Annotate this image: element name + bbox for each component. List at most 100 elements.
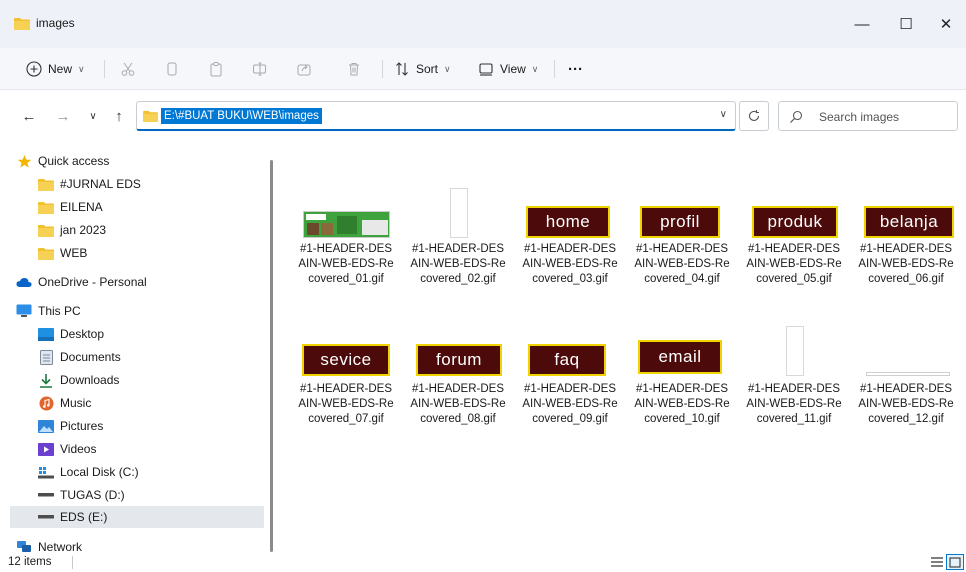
file-name: #1-HEADER-DES AIN-WEB-EDS-Re covered_06.gi… — [858, 243, 954, 285]
copy-icon[interactable] — [160, 57, 184, 81]
search-placeholder: Search images — [819, 110, 900, 124]
recent-locations-button[interactable]: ∨ — [82, 105, 104, 127]
file-thumbnail: sevice — [292, 316, 400, 380]
file-name: #1-HEADER-DES AIN-WEB-EDS-Re covered_02.gi… — [410, 243, 506, 285]
sidebar-item-pictures[interactable]: Pictures — [38, 415, 302, 437]
star-icon — [16, 153, 32, 169]
sidebar-item-music[interactable]: Music — [38, 392, 302, 414]
file-name: #1-HEADER-DES AIN-WEB-EDS-Re covered_12.gi… — [858, 383, 954, 425]
maximize-icon: ☐ — [899, 16, 913, 33]
file-thumbnail: home — [516, 176, 624, 240]
download-icon — [38, 372, 54, 388]
sidebar-item-desktop[interactable]: Desktop — [38, 323, 302, 345]
delete-icon[interactable] — [342, 57, 366, 81]
sidebar-item-jan-2023[interactable]: jan 2023 — [38, 219, 302, 241]
more-options-button[interactable]: ··· — [568, 56, 583, 82]
file-name: #1-HEADER-DES AIN-WEB-EDS-Re covered_07.gi… — [298, 383, 394, 425]
maximize-button[interactable]: ☐ — [886, 10, 926, 38]
sidebar-label: EILENA — [60, 200, 103, 214]
paste-icon[interactable] — [204, 57, 228, 81]
new-label: New — [48, 62, 73, 76]
sidebar-label: Downloads — [60, 373, 120, 387]
share-icon[interactable] — [292, 57, 316, 81]
refresh-button[interactable] — [739, 101, 769, 131]
separator — [554, 60, 555, 78]
thumbnail-view-button[interactable] — [946, 554, 964, 570]
back-arrow-icon: ← — [21, 107, 37, 125]
sidebar-item-eds-e[interactable]: EDS (E:) — [10, 506, 264, 528]
up-button[interactable]: ↑ — [108, 105, 130, 127]
window-title: images — [36, 16, 75, 30]
refresh-icon — [748, 110, 760, 121]
cut-icon[interactable] — [116, 57, 140, 81]
sidebar-label: jan 2023 — [60, 223, 107, 237]
forward-button[interactable]: → — [52, 105, 74, 127]
separator — [104, 60, 105, 78]
plus-circle-icon — [26, 61, 42, 77]
back-button[interactable]: ← — [18, 105, 40, 127]
sidebar-item-this-pc[interactable]: This PC — [16, 300, 280, 322]
file-thumbnail: produk — [740, 176, 848, 240]
file-thumbnail: belanja — [852, 176, 960, 240]
drive-icon — [38, 509, 54, 525]
sidebar-item-onedrive[interactable]: OneDrive - Personal — [16, 271, 280, 293]
folder-icon — [143, 110, 158, 125]
file-thumbnail — [852, 316, 960, 380]
file-name: #1-HEADER-DES AIN-WEB-EDS-Re covered_04.gi… — [634, 243, 730, 285]
sidebar-item-downloads[interactable]: Downloads — [38, 369, 302, 391]
sort-icon — [396, 62, 408, 76]
drive-icon — [38, 487, 54, 503]
search-box[interactable]: Search images — [778, 101, 958, 131]
folder-icon — [38, 199, 54, 215]
file-thumbnail: forum — [404, 316, 512, 380]
file-name: #1-HEADER-DES AIN-WEB-EDS-Re covered_08.gi… — [410, 383, 506, 425]
sidebar-item-eilena[interactable]: EILENA — [38, 196, 302, 218]
forward-arrow-icon: → — [55, 107, 71, 125]
minimize-icon: — — [854, 15, 870, 33]
list-view-icon — [931, 557, 943, 567]
sort-button[interactable]: Sort ∨ — [394, 56, 451, 82]
sidebar-label: Local Disk (C:) — [60, 465, 139, 479]
sidebar-scrollbar[interactable] — [270, 160, 273, 552]
picture-icon — [38, 418, 54, 434]
details-view-button[interactable] — [928, 554, 946, 570]
sidebar-item-jurnal-eds[interactable]: #JURNAL EDS — [38, 173, 302, 195]
sidebar-label: Desktop — [60, 327, 105, 341]
computer-icon — [16, 303, 32, 319]
search-icon — [789, 110, 803, 127]
sidebar-label: OneDrive - Personal — [38, 275, 147, 289]
view-button[interactable]: View ∨ — [478, 56, 538, 82]
file-thumbnail — [292, 176, 400, 240]
sidebar-item-web[interactable]: WEB — [38, 242, 302, 264]
item-count: 12 items — [8, 556, 52, 568]
rename-icon[interactable] — [248, 57, 272, 81]
address-path[interactable]: E:\#BUAT BUKU\WEB\images — [161, 108, 322, 124]
sidebar-label: WEB — [60, 246, 88, 260]
sidebar-item-videos[interactable]: Videos — [38, 438, 302, 460]
file-name: #1-HEADER-DES AIN-WEB-EDS-Re covered_10.gi… — [634, 383, 730, 425]
new-button[interactable]: New ∨ — [26, 56, 85, 82]
sidebar-item-local-disk-c[interactable]: Local Disk (C:) — [38, 461, 302, 483]
chevron-down-icon: ∨ — [78, 63, 85, 74]
command-bar: New ∨ Sort ∨ View ∨ ··· — [0, 48, 966, 90]
document-icon — [38, 349, 54, 365]
sidebar-label: Videos — [60, 442, 97, 456]
close-icon: ✕ — [939, 16, 953, 33]
folder-icon — [38, 245, 54, 261]
minimize-button[interactable]: — — [842, 10, 882, 38]
sidebar-label: #JURNAL EDS — [60, 177, 141, 191]
file-thumbnail: profil — [628, 176, 736, 240]
sidebar-item-tugas-d[interactable]: TUGAS (D:) — [38, 484, 302, 506]
more-icon: ··· — [568, 60, 583, 78]
sidebar-item-quick-access[interactable]: Quick access — [16, 150, 280, 172]
sidebar-item-documents[interactable]: Documents — [38, 346, 302, 368]
title-bar: images — ☐ ✕ — [0, 0, 966, 48]
sort-label: Sort — [416, 62, 439, 76]
status-bar: 12 items — [0, 552, 966, 572]
close-button[interactable]: ✕ — [926, 10, 966, 38]
chevron-down-icon[interactable]: ∨ — [720, 109, 727, 120]
folder-icon — [14, 17, 30, 33]
chevron-down-icon: ∨ — [89, 110, 97, 122]
sidebar-label: Music — [60, 396, 92, 410]
address-bar[interactable]: E:\#BUAT BUKU\WEB\images ∨ — [136, 101, 736, 131]
